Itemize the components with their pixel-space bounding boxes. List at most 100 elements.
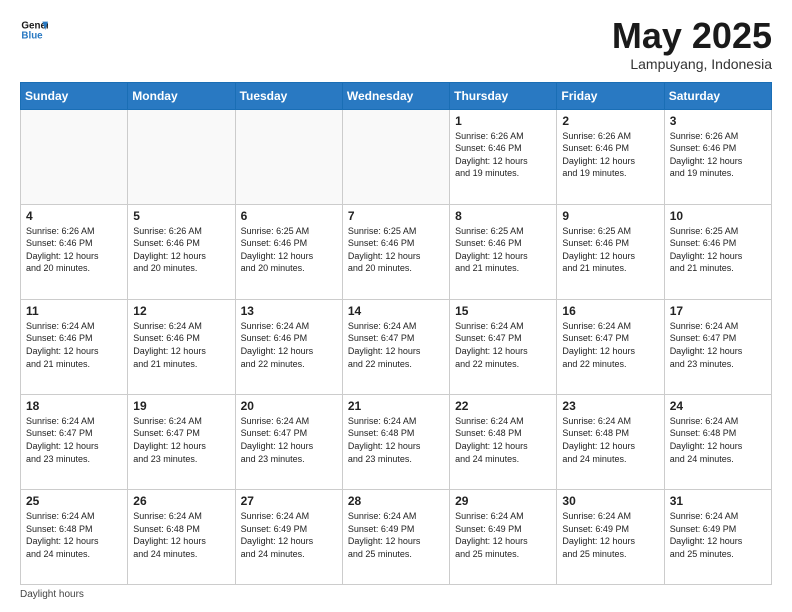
calendar-cell: 20Sunrise: 6:24 AM Sunset: 6:47 PM Dayli… [235,394,342,489]
day-info: Sunrise: 6:24 AM Sunset: 6:47 PM Dayligh… [562,320,658,370]
calendar-cell: 13Sunrise: 6:24 AM Sunset: 6:46 PM Dayli… [235,299,342,394]
day-number: 12 [133,304,229,318]
day-number: 13 [241,304,337,318]
day-info: Sunrise: 6:26 AM Sunset: 6:46 PM Dayligh… [562,130,658,180]
day-number: 9 [562,209,658,223]
calendar-cell: 28 Sunrise: 6:24 AM Sunset: 6:49 PM Dayli… [342,489,449,584]
calendar-cell: 12Sunrise: 6:24 AM Sunset: 6:46 PM Dayli… [128,299,235,394]
day-number: 16 [562,304,658,318]
day-number: 18 [26,399,122,413]
calendar-cell: 4 Sunrise: 6:26 AM Sunset: 6:46 PM Daylig… [21,204,128,299]
day-number: 1 [455,114,551,128]
day-info: Sunrise: 6:24 AM Sunset: 6:48 PM Dayligh… [455,415,551,465]
day-number: 19 [133,399,229,413]
day-number: 25 [26,494,122,508]
calendar-cell: 23 Sunrise: 6:24 AM Sunset: 6:48 PM Dayli… [557,394,664,489]
calendar-cell: 9Sunrise: 6:25 AM Sunset: 6:46 PM Daylig… [557,204,664,299]
day-number: 4 [26,209,122,223]
day-info: Sunrise: 6:24 AM Sunset: 6:49 PM Dayligh… [348,510,444,560]
calendar-cell [342,109,449,204]
day-number: 28 [348,494,444,508]
calendar-cell [128,109,235,204]
day-info: Sunrise: 6:24 AM Sunset: 6:49 PM Dayligh… [670,510,766,560]
calendar-week-row: 11Sunrise: 6:24 AM Sunset: 6:46 PM Dayli… [21,299,772,394]
calendar-cell: 21 Sunrise: 6:24 AM Sunset: 6:48 PM Dayli… [342,394,449,489]
day-number: 23 [562,399,658,413]
calendar-cell: 18 Sunrise: 6:24 AM Sunset: 6:47 PM Dayli… [21,394,128,489]
day-info: Sunrise: 6:24 AM Sunset: 6:47 PM Dayligh… [241,415,337,465]
day-number: 26 [133,494,229,508]
footer-note: Daylight hours [20,589,772,600]
day-number: 8 [455,209,551,223]
calendar-header-row: SundayMondayTuesdayWednesdayThursdayFrid… [21,82,772,109]
calendar-cell: 1 Sunrise: 6:26 AM Sunset: 6:46 PM Daylig… [450,109,557,204]
day-info: Sunrise: 6:26 AM Sunset: 6:46 PM Dayligh… [670,130,766,180]
day-info: Sunrise: 6:25 AM Sunset: 6:46 PM Dayligh… [670,225,766,275]
day-info: Sunrise: 6:24 AM Sunset: 6:47 PM Dayligh… [455,320,551,370]
day-info: Sunrise: 6:24 AM Sunset: 6:49 PM Dayligh… [241,510,337,560]
day-info: Sunrise: 6:25 AM Sunset: 6:46 PM Dayligh… [241,225,337,275]
page: General Blue May 2025 Lampuyang, Indones… [0,0,792,612]
calendar-cell: 19 Sunrise: 6:24 AM Sunset: 6:47 PM Dayli… [128,394,235,489]
calendar-cell: 24 Sunrise: 6:24 AM Sunset: 6:48 PM Dayli… [664,394,771,489]
day-info: Sunrise: 6:24 AM Sunset: 6:48 PM Dayligh… [670,415,766,465]
calendar-cell: 25 Sunrise: 6:24 AM Sunset: 6:48 PM Dayli… [21,489,128,584]
calendar-cell: 17 Sunrise: 6:24 AM Sunset: 6:47 PM Dayli… [664,299,771,394]
day-number: 7 [348,209,444,223]
calendar-cell: 3 Sunrise: 6:26 AM Sunset: 6:46 PM Daylig… [664,109,771,204]
calendar-cell: 8 Sunrise: 6:25 AM Sunset: 6:46 PM Daylig… [450,204,557,299]
calendar-week-row: 18 Sunrise: 6:24 AM Sunset: 6:47 PM Dayli… [21,394,772,489]
calendar-cell: 5 Sunrise: 6:26 AM Sunset: 6:46 PM Daylig… [128,204,235,299]
day-number: 15 [455,304,551,318]
calendar-cell: 30 Sunrise: 6:24 AM Sunset: 6:49 PM Dayli… [557,489,664,584]
day-number: 11 [26,304,122,318]
day-info: Sunrise: 6:24 AM Sunset: 6:47 PM Dayligh… [26,415,122,465]
day-info: Sunrise: 6:24 AM Sunset: 6:47 PM Dayligh… [670,320,766,370]
title-block: May 2025 Lampuyang, Indonesia [612,16,772,72]
day-info: Sunrise: 6:26 AM Sunset: 6:46 PM Dayligh… [455,130,551,180]
calendar-cell: 27 Sunrise: 6:24 AM Sunset: 6:49 PM Dayli… [235,489,342,584]
day-number: 31 [670,494,766,508]
day-number: 22 [455,399,551,413]
calendar-cell [235,109,342,204]
day-info: Sunrise: 6:24 AM Sunset: 6:48 PM Dayligh… [133,510,229,560]
day-info: Sunrise: 6:24 AM Sunset: 6:47 PM Dayligh… [348,320,444,370]
header: General Blue May 2025 Lampuyang, Indones… [20,16,772,72]
day-info: Sunrise: 6:24 AM Sunset: 6:47 PM Dayligh… [133,415,229,465]
calendar-cell: 10Sunrise: 6:25 AM Sunset: 6:46 PM Dayli… [664,204,771,299]
day-number: 27 [241,494,337,508]
day-info: Sunrise: 6:26 AM Sunset: 6:46 PM Dayligh… [133,225,229,275]
day-info: Sunrise: 6:25 AM Sunset: 6:46 PM Dayligh… [348,225,444,275]
calendar-cell [21,109,128,204]
day-number: 30 [562,494,658,508]
calendar-cell: 14 Sunrise: 6:24 AM Sunset: 6:47 PM Dayli… [342,299,449,394]
day-info: Sunrise: 6:24 AM Sunset: 6:48 PM Dayligh… [348,415,444,465]
calendar-cell: 15 Sunrise: 6:24 AM Sunset: 6:47 PM Dayli… [450,299,557,394]
day-number: 29 [455,494,551,508]
day-number: 17 [670,304,766,318]
calendar-day-header: Wednesday [342,82,449,109]
calendar-cell: 29Sunrise: 6:24 AM Sunset: 6:49 PM Dayli… [450,489,557,584]
day-number: 14 [348,304,444,318]
day-info: Sunrise: 6:26 AM Sunset: 6:46 PM Dayligh… [26,225,122,275]
calendar-cell: 6Sunrise: 6:25 AM Sunset: 6:46 PM Daylig… [235,204,342,299]
day-info: Sunrise: 6:24 AM Sunset: 6:49 PM Dayligh… [562,510,658,560]
calendar-day-header: Sunday [21,82,128,109]
day-info: Sunrise: 6:24 AM Sunset: 6:48 PM Dayligh… [562,415,658,465]
location: Lampuyang, Indonesia [612,56,772,72]
day-number: 21 [348,399,444,413]
day-info: Sunrise: 6:25 AM Sunset: 6:46 PM Dayligh… [455,225,551,275]
day-number: 24 [670,399,766,413]
calendar-day-header: Saturday [664,82,771,109]
calendar-day-header: Friday [557,82,664,109]
calendar-week-row: 25 Sunrise: 6:24 AM Sunset: 6:48 PM Dayli… [21,489,772,584]
calendar-day-header: Thursday [450,82,557,109]
day-info: Sunrise: 6:24 AM Sunset: 6:48 PM Dayligh… [26,510,122,560]
day-number: 5 [133,209,229,223]
calendar-cell: 22 Sunrise: 6:24 AM Sunset: 6:48 PM Dayli… [450,394,557,489]
calendar-cell: 31 Sunrise: 6:24 AM Sunset: 6:49 PM Dayli… [664,489,771,584]
calendar-cell: 26 Sunrise: 6:24 AM Sunset: 6:48 PM Dayli… [128,489,235,584]
day-number: 3 [670,114,766,128]
calendar-week-row: 4 Sunrise: 6:26 AM Sunset: 6:46 PM Daylig… [21,204,772,299]
calendar-cell: 16 Sunrise: 6:24 AM Sunset: 6:47 PM Dayli… [557,299,664,394]
